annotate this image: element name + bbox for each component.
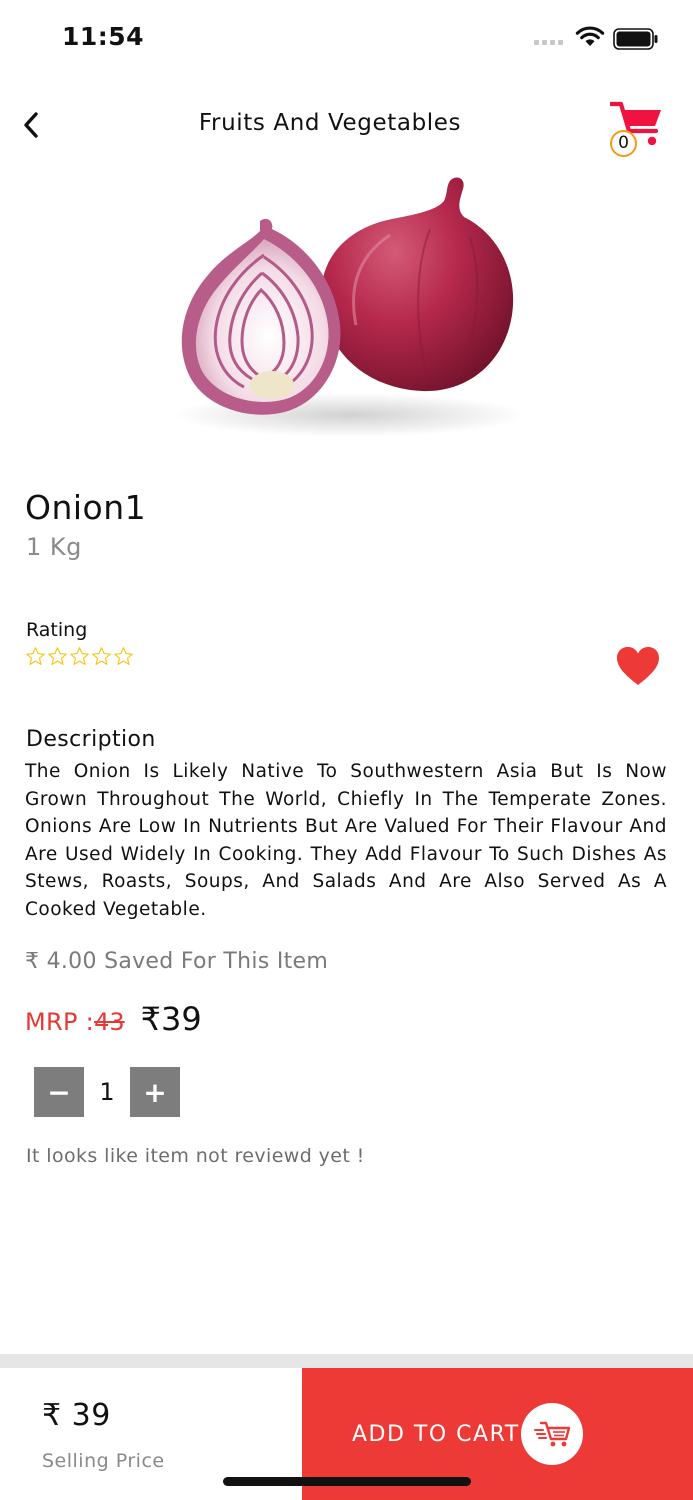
wifi-icon: [575, 26, 605, 46]
page-title: Fruits And Vegetables: [198, 110, 462, 136]
nav-header: Fruits And Vegetables 0: [0, 90, 693, 160]
savings-text: ₹ 4.00 Saved For This Item: [25, 949, 329, 974]
cart-button[interactable]: 0: [606, 98, 666, 158]
heart-icon: [617, 647, 659, 685]
add-to-cart-label: ADD TO CART: [352, 1422, 520, 1447]
mrp-original-price: 43: [94, 1008, 125, 1036]
cart-speed-icon: [534, 1421, 571, 1447]
star-icon[interactable]: [47, 646, 68, 667]
star-icon[interactable]: [91, 646, 112, 667]
star-icon[interactable]: [25, 646, 46, 667]
selling-price: ₹ 39: [42, 1398, 111, 1433]
status-time: 11:54: [62, 22, 145, 51]
current-price: ₹39: [140, 1000, 202, 1038]
price-row: MRP : 43 ₹39: [25, 1000, 202, 1038]
add-cart-icon: [521, 1403, 583, 1465]
increment-button[interactable]: +: [130, 1067, 180, 1117]
product-quantity: 1 Kg: [26, 533, 82, 561]
product-image: [175, 177, 525, 437]
cart-count-badge: 0: [610, 130, 637, 157]
product-name: Onion1: [25, 488, 147, 527]
selling-price-label: Selling Price: [42, 1450, 165, 1472]
review-note: It looks like item not reviewd yet !: [26, 1145, 365, 1167]
status-bar: 11:54: [0, 0, 693, 80]
favorite-button[interactable]: [615, 645, 661, 687]
decrement-button[interactable]: −: [34, 1067, 84, 1117]
cellular-signal-icon: [534, 40, 563, 45]
rating-stars[interactable]: [25, 646, 134, 667]
star-icon[interactable]: [69, 646, 90, 667]
description-text: The Onion Is Likely Native To Southweste…: [25, 761, 667, 920]
home-indicator: [223, 1477, 471, 1486]
quantity-stepper: − 1 +: [34, 1067, 180, 1117]
quantity-value: 1: [99, 1078, 115, 1106]
star-icon[interactable]: [113, 646, 134, 667]
battery-icon: [613, 28, 658, 50]
bottom-divider: [0, 1354, 693, 1368]
description-label: Description: [26, 727, 156, 752]
rating-label: Rating: [26, 619, 88, 641]
mrp-label: MRP :: [25, 1008, 95, 1036]
